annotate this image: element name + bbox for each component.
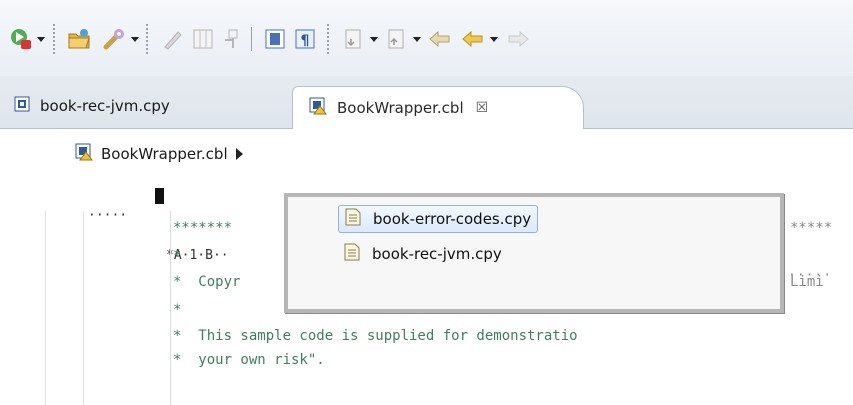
back-icon[interactable] xyxy=(459,26,487,52)
next-annotation-dropdown-icon[interactable] xyxy=(370,37,378,42)
toolbar-separator xyxy=(146,24,148,56)
breadcrumb[interactable]: BookWrapper.cbl xyxy=(75,143,243,165)
copybook-file-icon xyxy=(345,208,361,230)
gutter-divider xyxy=(83,211,84,405)
ruler-cursor-marker xyxy=(155,188,164,204)
toolbar-separator xyxy=(251,27,252,51)
popup-item-label: book-rec-jvm.cpy xyxy=(372,245,502,263)
code-line: * This sample code is supplied for demon… xyxy=(173,328,578,344)
toolbar-separator xyxy=(327,24,329,56)
popup-item[interactable]: book-rec-jvm.cpy xyxy=(338,241,508,267)
pin-icon[interactable] xyxy=(219,26,245,52)
wrench-dropdown-icon[interactable] xyxy=(131,37,139,42)
code-line: * Copyr xyxy=(173,274,241,290)
code-line-tail: ***** xyxy=(790,220,833,236)
toolbar-separator xyxy=(53,24,55,56)
next-annotation-icon[interactable] xyxy=(340,26,366,52)
pencil-icon[interactable] xyxy=(160,26,186,52)
forward-icon[interactable] xyxy=(504,26,532,52)
code-line: * xyxy=(173,248,182,264)
chevron-right-icon[interactable] xyxy=(235,148,243,160)
block-icon[interactable] xyxy=(262,26,288,52)
run-icon[interactable] xyxy=(8,26,34,52)
copybook-selection-popup: book-error-codes.cpy book-rec-jvm.cpy xyxy=(284,193,784,313)
tab-label: BookWrapper.cbl xyxy=(337,99,464,117)
close-tab-icon[interactable]: ☒ xyxy=(476,100,489,116)
main-toolbar: ¶ xyxy=(0,0,853,76)
run-dropdown-icon[interactable] xyxy=(37,37,45,42)
open-folder-icon[interactable] xyxy=(66,26,94,52)
code-line: * xyxy=(173,302,182,318)
tab-label: book-rec-jvm.cpy xyxy=(40,97,170,115)
wrench-icon[interactable] xyxy=(101,26,127,52)
prev-annotation-dropdown-icon[interactable] xyxy=(413,37,421,42)
tab-book-rec-jvm[interactable]: book-rec-jvm.cpy xyxy=(0,86,270,126)
popup-item[interactable]: book-error-codes.cpy xyxy=(338,205,539,233)
editor-tab-bar: book-rec-jvm.cpy BookWrapper.cbl ☒ xyxy=(0,76,853,129)
last-edit-icon[interactable] xyxy=(426,26,454,52)
pilcrow-icon[interactable]: ¶ xyxy=(292,26,318,52)
indicator-column-line xyxy=(170,211,171,405)
back-dropdown-icon[interactable] xyxy=(490,37,498,42)
cobol-file-icon xyxy=(75,143,93,165)
code-line: ******* xyxy=(173,220,233,236)
popup-item-label: book-error-codes.cpy xyxy=(373,210,532,228)
code-line: * your own risk". xyxy=(173,352,325,368)
code-line-tail: Limi xyxy=(790,274,824,290)
gutter-divider xyxy=(45,211,46,405)
svg-text:¶: ¶ xyxy=(301,33,310,49)
copybook-file-icon xyxy=(14,96,30,116)
tab-bookwrapper[interactable]: BookWrapper.cbl ☒ xyxy=(292,86,584,129)
columns-icon[interactable] xyxy=(190,26,216,52)
copybook-file-icon xyxy=(344,243,360,265)
breadcrumb-label: BookWrapper.cbl xyxy=(101,145,228,163)
cobol-file-icon xyxy=(309,97,327,119)
prev-annotation-icon[interactable] xyxy=(383,26,409,52)
ruler-dots: ····· xyxy=(88,208,128,223)
